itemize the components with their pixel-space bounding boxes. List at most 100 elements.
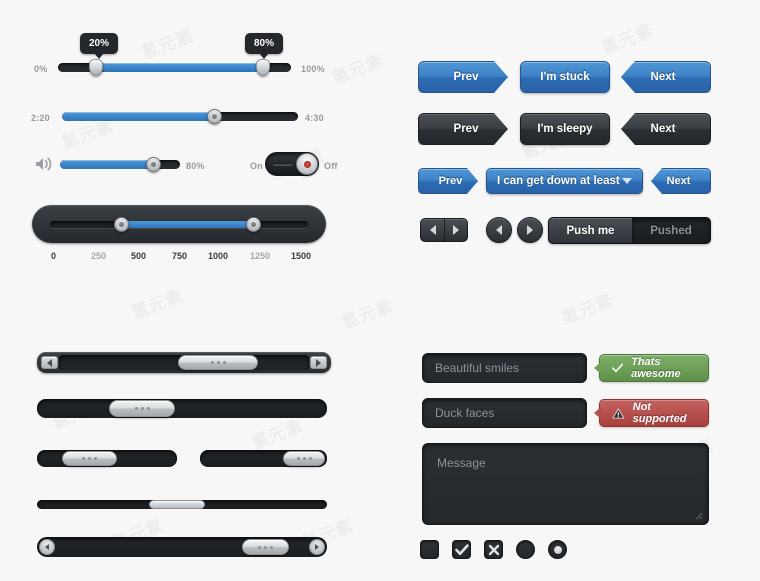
error-badge: Not supported bbox=[594, 399, 709, 427]
stepper-rect-group bbox=[420, 218, 468, 242]
toggle-on-label: On bbox=[250, 161, 263, 171]
grip-dots-icon bbox=[258, 545, 261, 549]
checkbox-empty[interactable] bbox=[420, 540, 439, 559]
time-slider-track[interactable] bbox=[62, 112, 298, 121]
range-tick-250: 250 bbox=[91, 251, 107, 261]
triangle-left-icon bbox=[47, 358, 52, 367]
message-textarea[interactable]: Message bbox=[422, 443, 709, 525]
grip-dots-icon bbox=[222, 361, 226, 364]
percent-slider-tooltip-start: 20% bbox=[80, 33, 119, 59]
volume-value-label: 80% bbox=[186, 161, 205, 171]
triangle-right-icon bbox=[527, 225, 533, 235]
range-tick-1250: 1250 bbox=[250, 251, 271, 261]
im-stuck-button[interactable]: I'm stuck bbox=[520, 61, 610, 93]
scrollbar-round-end-buttons[interactable] bbox=[37, 537, 327, 557]
triangle-left-icon bbox=[429, 225, 436, 235]
time-slider-min-label: 2:20 bbox=[31, 113, 50, 123]
scrollbar-plain-left[interactable] bbox=[37, 399, 327, 418]
range-slider-track[interactable] bbox=[50, 221, 308, 228]
triangle-left-icon bbox=[45, 544, 49, 550]
dot-icon bbox=[553, 545, 562, 554]
next-button-small[interactable]: Next bbox=[651, 168, 711, 194]
onoff-toggle[interactable] bbox=[265, 152, 319, 176]
time-slider-max-label: 4:30 bbox=[305, 113, 324, 123]
grip-dots-icon bbox=[134, 407, 138, 410]
volume-slider-fill bbox=[60, 160, 153, 169]
stepper-prev-button[interactable] bbox=[420, 218, 444, 242]
chevron-down-icon bbox=[622, 178, 632, 184]
percent-slider-tooltip-end: 80% bbox=[245, 33, 284, 59]
resize-grip-icon[interactable] bbox=[693, 510, 703, 520]
grip-dots-icon bbox=[94, 457, 97, 460]
grip-dots-icon bbox=[296, 457, 300, 460]
grip-dots-icon bbox=[216, 361, 220, 364]
checkbox-checked[interactable] bbox=[452, 540, 471, 559]
warning-icon bbox=[612, 407, 625, 419]
circle-next-button[interactable] bbox=[517, 217, 543, 243]
scrollbar-right-button[interactable] bbox=[310, 356, 327, 369]
time-slider-handle[interactable] bbox=[207, 109, 222, 124]
cross-icon bbox=[488, 544, 499, 555]
select-dropdown[interactable]: I can get down at least bbox=[486, 168, 643, 194]
range-tick-500: 500 bbox=[131, 251, 147, 261]
grip-dots-icon bbox=[88, 457, 91, 460]
toggle-knob[interactable] bbox=[296, 153, 318, 175]
triangle-right-icon bbox=[453, 225, 459, 235]
grip-dots-icon bbox=[308, 457, 312, 460]
percent-slider-handle-end[interactable] bbox=[256, 59, 270, 76]
scrollbar-right-button[interactable] bbox=[309, 539, 325, 555]
select-dropdown-value: I can get down at least bbox=[497, 175, 620, 187]
prev-button-blue[interactable]: Prev bbox=[418, 61, 508, 93]
push-segmented-control: Push me Pushed bbox=[548, 217, 711, 244]
range-tick-1000: 1000 bbox=[208, 251, 229, 261]
im-sleepy-button[interactable]: I'm sleepy bbox=[520, 113, 610, 145]
range-slider-panel bbox=[32, 205, 326, 243]
scrollbar-thumb[interactable] bbox=[62, 451, 117, 466]
grip-dots-icon bbox=[146, 407, 150, 410]
success-badge: Thats awesome bbox=[594, 354, 709, 382]
push-me-button[interactable]: Push me bbox=[549, 218, 632, 243]
scrollbar-thumb[interactable] bbox=[149, 500, 205, 509]
grip-dots-icon bbox=[210, 361, 214, 364]
range-slider-fill bbox=[120, 221, 252, 228]
message-textarea-placeholder: Message bbox=[437, 456, 486, 470]
grip-dots-icon bbox=[264, 545, 267, 549]
stepper-next-button[interactable] bbox=[444, 218, 468, 242]
scrollbar-thumb[interactable] bbox=[242, 539, 289, 555]
radio-empty[interactable] bbox=[516, 540, 535, 559]
duck-faces-input[interactable]: Duck faces bbox=[422, 398, 587, 428]
volume-slider-handle[interactable] bbox=[146, 157, 161, 172]
beautiful-smiles-input[interactable]: Beautiful smiles bbox=[422, 353, 587, 383]
badge-pointer bbox=[594, 407, 601, 419]
prev-button-small[interactable]: Prev bbox=[418, 168, 478, 194]
scrollbar-thumb[interactable] bbox=[283, 451, 325, 466]
toggle-bar bbox=[273, 163, 293, 166]
range-tick-0: 0 bbox=[51, 251, 57, 261]
scrollbar-left-button[interactable] bbox=[41, 356, 58, 369]
watermark: 氢元素 bbox=[597, 17, 656, 59]
watermark: 氢元素 bbox=[327, 47, 386, 89]
check-icon bbox=[612, 363, 624, 373]
badge-pointer bbox=[594, 362, 601, 374]
range-tick-1500: 1500 bbox=[291, 251, 312, 261]
next-button-blue[interactable]: Next bbox=[621, 61, 711, 93]
scrollbar-short-right[interactable] bbox=[200, 450, 327, 467]
circle-prev-button[interactable] bbox=[486, 217, 512, 243]
scrollbar-thumb[interactable] bbox=[109, 400, 175, 417]
percent-slider-handle-start[interactable] bbox=[89, 59, 103, 76]
watermark: 氢元素 bbox=[557, 287, 616, 329]
pushed-button[interactable]: Pushed bbox=[631, 218, 710, 243]
checkbox-crossed[interactable] bbox=[484, 540, 503, 559]
radio-selected[interactable] bbox=[548, 540, 567, 559]
next-button-dark[interactable]: Next bbox=[621, 113, 711, 145]
volume-slider-track[interactable] bbox=[60, 160, 180, 169]
range-slider-handle-end[interactable] bbox=[246, 217, 261, 232]
scrollbar-thin[interactable] bbox=[37, 500, 327, 509]
prev-button-dark[interactable]: Prev bbox=[418, 113, 508, 145]
scrollbar-thumb[interactable] bbox=[178, 355, 258, 370]
error-badge-label: Not supported bbox=[632, 401, 687, 425]
watermark: 氢元素 bbox=[127, 282, 186, 324]
scrollbar-short-left[interactable] bbox=[37, 450, 177, 467]
scrollbar-left-button[interactable] bbox=[39, 539, 55, 555]
range-slider-handle-start[interactable] bbox=[114, 217, 129, 232]
